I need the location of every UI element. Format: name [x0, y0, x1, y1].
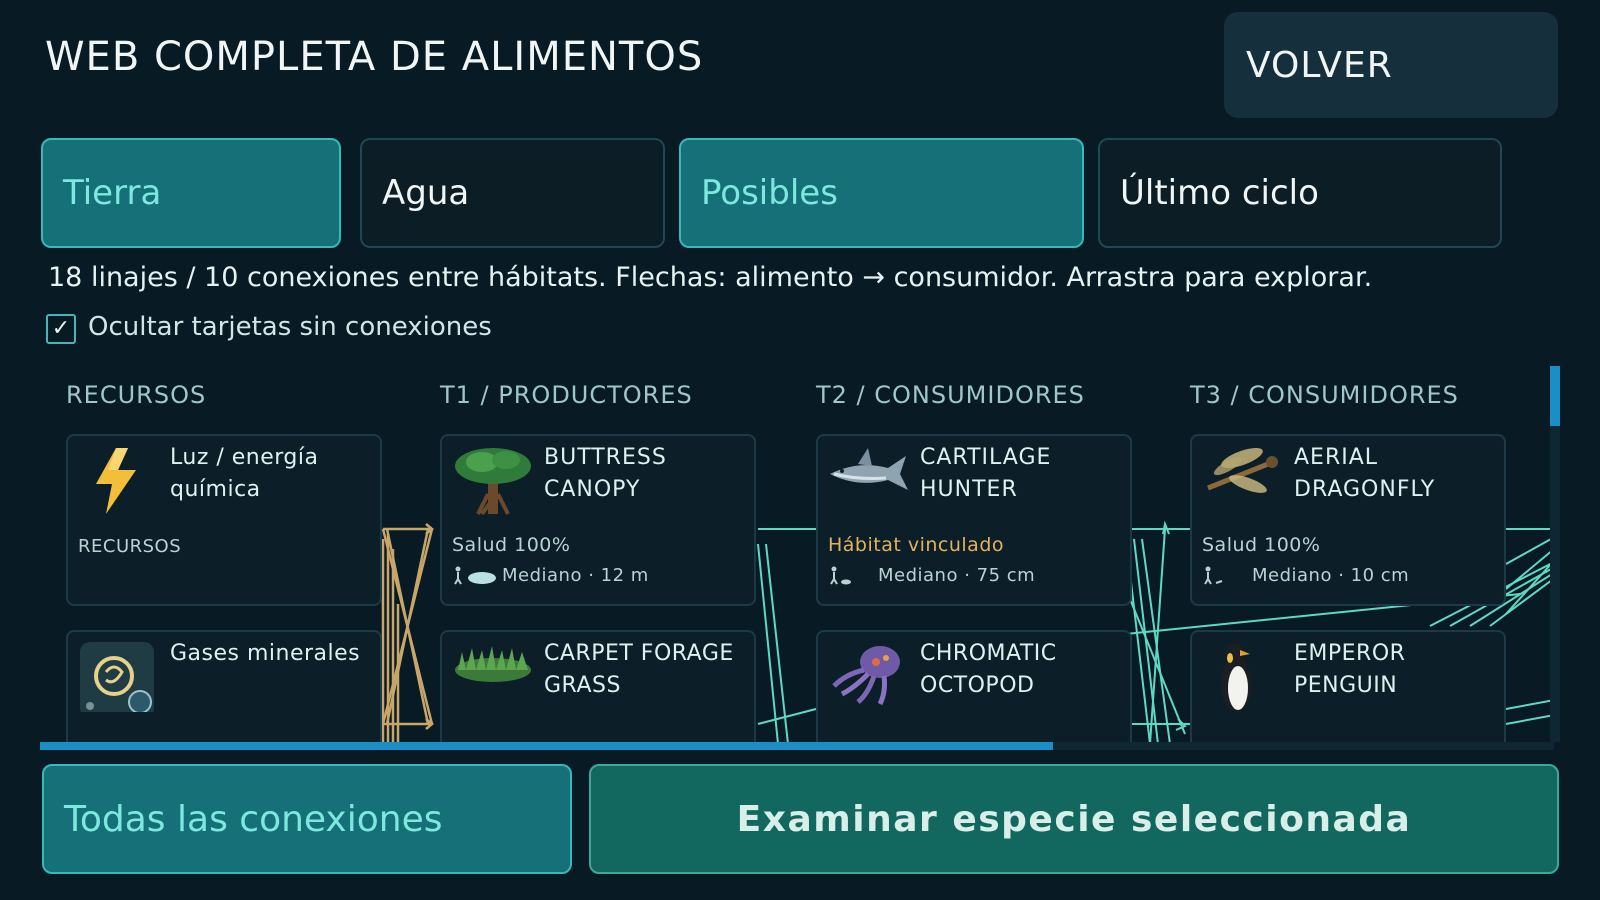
hide-unconnected-filter[interactable]: ✓ Ocultar tarjetas sin conexiones: [46, 310, 492, 344]
size-comparison-icon: [1204, 566, 1223, 585]
card-chromatic-octopod[interactable]: CHROMATIC OCTOPOD: [816, 630, 1132, 744]
shark-icon: [830, 448, 908, 490]
card-size: Mediano · 10 cm: [1202, 564, 1409, 586]
card-buttress-canopy[interactable]: BUTTRESS CANOPY Salud 100% Mediano · 12 …: [440, 434, 756, 606]
card-health: Salud 100%: [1202, 534, 1321, 556]
tab-tierra[interactable]: Tierra: [41, 138, 341, 248]
dragonfly-icon: [1207, 448, 1278, 493]
card-size-label: Mediano · 10 cm: [1252, 564, 1410, 586]
horizontal-scrollbar-thumb[interactable]: [40, 742, 1053, 750]
resource-edges: [381, 523, 434, 744]
column-header-recursos: RECURSOS: [66, 381, 207, 409]
card-name: CARPET FORAGE GRASS: [544, 641, 734, 698]
hide-unconnected-checkbox[interactable]: ✓: [46, 314, 76, 344]
connection-summary: 18 linajes / 10 conexiones entre hábitat…: [48, 262, 1373, 293]
card-size-label: Mediano · 75 cm: [878, 564, 1036, 586]
mineral-gas-icon: [80, 642, 154, 712]
card-aerial-dragonfly[interactable]: AERIAL DRAGONFLY Salud 100% Mediano · 10…: [1190, 434, 1506, 606]
card-size: Mediano · 75 cm: [828, 564, 1035, 586]
back-button[interactable]: VOLVER: [1224, 12, 1558, 118]
grass-icon: [455, 646, 531, 682]
card-luz-energia[interactable]: Luz / energía química RECURSOS: [66, 434, 382, 606]
lightning-icon: [96, 448, 136, 514]
card-carpet-forage-grass[interactable]: CARPET FORAGE GRASS: [440, 630, 756, 744]
card-size-label: Mediano · 12 m: [502, 564, 649, 586]
card-habitat-status: Hábitat vinculado: [828, 534, 1005, 556]
penguin-icon: [1221, 643, 1251, 712]
card-cartilage-hunter[interactable]: CARTILAGE HUNTER Hábitat vinculado Media…: [816, 434, 1132, 606]
card-name: CHROMATIC OCTOPOD: [920, 641, 1057, 698]
column-header-t3: T3 / CONSUMIDORES: [1190, 381, 1459, 409]
page-title: WEB COMPLETA DE ALIMENTOS: [45, 34, 704, 80]
vertical-scrollbar-thumb[interactable]: [1550, 366, 1560, 426]
card-name: EMPEROR PENGUIN: [1294, 641, 1406, 698]
card-category: RECURSOS: [78, 536, 182, 557]
card-name: Luz / energía química: [170, 445, 319, 502]
size-comparison-icon: [830, 566, 851, 585]
column-header-t2: T2 / CONSUMIDORES: [816, 381, 1085, 409]
card-name: BUTTRESS CANOPY: [544, 445, 667, 502]
all-connections-button[interactable]: Todas las conexiones: [42, 764, 572, 874]
column-header-t1: T1 / PRODUCTORES: [440, 381, 693, 409]
hide-unconnected-label: Ocultar tarjetas sin conexiones: [88, 312, 492, 342]
size-comparison-icon: [454, 566, 496, 585]
tree-icon: [455, 448, 531, 516]
tab-posibles[interactable]: Posibles: [679, 138, 1084, 248]
card-emperor-penguin[interactable]: EMPEROR PENGUIN: [1190, 630, 1506, 744]
card-name: AERIAL DRAGONFLY: [1294, 445, 1436, 502]
octopus-icon: [832, 646, 900, 706]
examine-species-button[interactable]: Examinar especie seleccionada: [589, 764, 1559, 874]
tab-ultimo-ciclo[interactable]: Último ciclo: [1098, 138, 1502, 248]
tab-agua[interactable]: Agua: [360, 138, 665, 248]
card-name: Gases minerales: [170, 641, 361, 666]
food-web-canvas[interactable]: RECURSOS T1 / PRODUCTORES T2 / CONSUMIDO…: [40, 364, 1560, 744]
card-health: Salud 100%: [452, 534, 571, 556]
card-gases-minerales[interactable]: Gases minerales: [66, 630, 382, 744]
card-name: CARTILAGE HUNTER: [920, 445, 1052, 502]
card-size: Mediano · 12 m: [452, 564, 649, 586]
